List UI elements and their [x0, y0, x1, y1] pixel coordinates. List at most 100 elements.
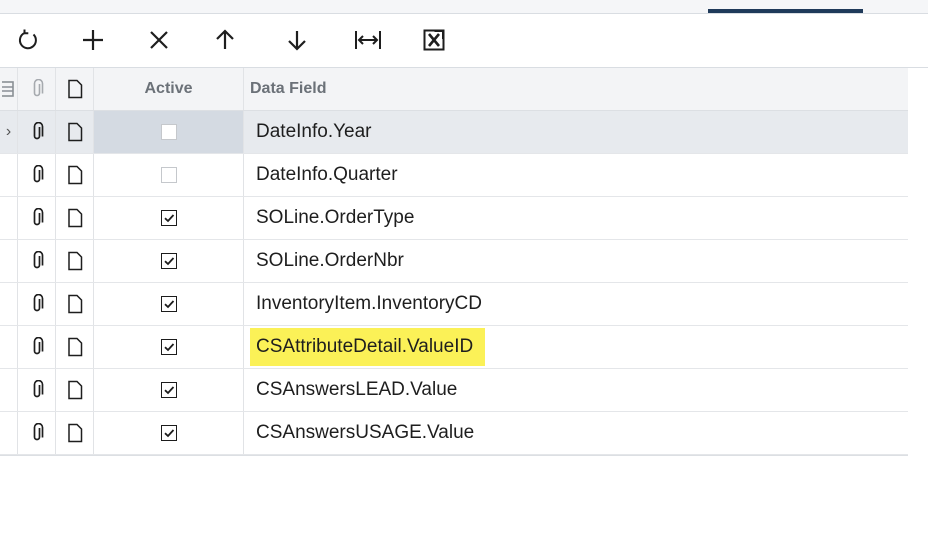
table-row[interactable]: CSAnswersUSAGE.Value: [0, 412, 908, 455]
data-field-value: CSAttributeDetail.ValueID: [250, 328, 486, 366]
row-selector[interactable]: [0, 283, 18, 325]
active-checkbox[interactable]: [160, 296, 177, 312]
data-field-cell[interactable]: CSAnswersLEAD.Value: [244, 369, 908, 411]
move-down-button[interactable]: [281, 24, 313, 56]
data-field-value: CSAnswersLEAD.Value: [256, 379, 458, 400]
data-field-value: CSAnswersUSAGE.Value: [256, 422, 475, 443]
active-cell: [94, 369, 244, 411]
add-row-button[interactable]: [77, 24, 109, 56]
active-checkbox[interactable]: [160, 425, 177, 441]
header-row-selector[interactable]: [0, 68, 18, 110]
data-field-cell[interactable]: CSAttributeDetail.ValueID: [244, 326, 908, 368]
plus-icon: [83, 30, 103, 50]
row-files-button[interactable]: [18, 111, 56, 153]
note-icon: [67, 380, 82, 400]
row-files-button[interactable]: [18, 154, 56, 196]
checkmark-icon: [163, 214, 174, 223]
row-selector[interactable]: [0, 369, 18, 411]
checkmark-icon: [163, 343, 174, 352]
row-selector[interactable]: ›: [0, 111, 18, 153]
refresh-icon: [18, 29, 37, 50]
grid-header: Active Data Field: [0, 68, 908, 111]
active-cell: [94, 111, 244, 153]
data-field-value: DateInfo.Quarter: [256, 164, 398, 185]
note-icon: [67, 337, 82, 357]
active-checkbox[interactable]: [160, 382, 177, 398]
data-field-cell[interactable]: CSAnswersUSAGE.Value: [244, 412, 908, 454]
note-icon: [67, 79, 82, 99]
row-notes-button[interactable]: [56, 197, 94, 239]
data-field-value: SOLine.OrderNbr: [256, 250, 404, 271]
active-checkbox[interactable]: [160, 167, 177, 183]
note-icon: [67, 251, 82, 271]
data-field-cell[interactable]: InventoryItem.InventoryCD: [244, 283, 908, 325]
row-notes-button[interactable]: [56, 283, 94, 325]
data-field-cell[interactable]: SOLine.OrderNbr: [244, 240, 908, 282]
checkmark-icon: [163, 429, 174, 438]
table-row[interactable]: CSAnswersLEAD.Value: [0, 369, 908, 412]
row-notes-button[interactable]: [56, 369, 94, 411]
row-files-button[interactable]: [18, 240, 56, 282]
fit-width-icon: [355, 31, 381, 49]
refresh-button[interactable]: [12, 24, 44, 56]
grid-settings-icon: [1, 81, 14, 97]
table-row[interactable]: SOLine.OrderNbr: [0, 240, 908, 283]
row-selector[interactable]: [0, 154, 18, 196]
table-row[interactable]: DateInfo.Quarter: [0, 154, 908, 197]
excel-export-icon: [423, 29, 445, 51]
data-field-cell[interactable]: DateInfo.Quarter: [244, 154, 908, 196]
row-selector[interactable]: [0, 197, 18, 239]
row-files-button[interactable]: [18, 326, 56, 368]
row-notes-button[interactable]: [56, 326, 94, 368]
delete-row-button[interactable]: [143, 24, 175, 56]
checkmark-icon: [163, 300, 174, 309]
chevron-right-icon: ›: [5, 123, 12, 140]
header-files-column[interactable]: [18, 68, 56, 110]
row-files-button[interactable]: [18, 197, 56, 239]
data-field-cell[interactable]: SOLine.OrderType: [244, 197, 908, 239]
paperclip-icon: [33, 165, 43, 183]
paperclip-icon: [33, 380, 43, 398]
row-notes-button[interactable]: [56, 154, 94, 196]
table-row[interactable]: SOLine.OrderType: [0, 197, 908, 240]
data-field-cell[interactable]: DateInfo.Year: [244, 111, 908, 153]
row-selector[interactable]: [0, 326, 18, 368]
table-row[interactable]: InventoryItem.InventoryCD: [0, 283, 908, 326]
row-files-button[interactable]: [18, 283, 56, 325]
grid-toolbar: [0, 14, 928, 68]
data-field-column-label: Data Field: [250, 80, 327, 97]
data-field-value: SOLine.OrderType: [256, 207, 415, 228]
row-notes-button[interactable]: [56, 240, 94, 282]
data-fields-grid: Active Data Field › DateInfo.Year DateInfo…: [0, 68, 908, 456]
active-cell: [94, 412, 244, 454]
active-checkbox[interactable]: [160, 210, 177, 226]
fit-to-screen-button[interactable]: [352, 24, 384, 56]
export-excel-button[interactable]: [418, 24, 450, 56]
row-selector[interactable]: [0, 412, 18, 454]
active-checkbox[interactable]: [160, 253, 177, 269]
paperclip-icon: [33, 251, 43, 269]
row-notes-button[interactable]: [56, 111, 94, 153]
paperclip-icon: [33, 79, 43, 97]
active-cell: [94, 283, 244, 325]
header-notes-column[interactable]: [56, 68, 94, 110]
checkmark-icon: [163, 386, 174, 395]
table-row[interactable]: › DateInfo.Year: [0, 111, 908, 154]
table-row[interactable]: CSAttributeDetail.ValueID: [0, 326, 908, 369]
header-active-column[interactable]: Active: [94, 68, 244, 110]
note-icon: [67, 423, 82, 443]
paperclip-icon: [33, 294, 43, 312]
grid-body: › DateInfo.Year DateInfo.Quarter SOLine.Ord…: [0, 111, 908, 455]
row-files-button[interactable]: [18, 369, 56, 411]
active-checkbox[interactable]: [160, 339, 177, 355]
header-data-field-column[interactable]: Data Field: [244, 68, 908, 110]
move-up-button[interactable]: [209, 24, 241, 56]
active-checkbox[interactable]: [160, 124, 177, 140]
top-strip: [0, 0, 928, 14]
arrow-up-icon: [216, 29, 234, 49]
active-column-label: Active: [144, 80, 193, 97]
row-notes-button[interactable]: [56, 412, 94, 454]
row-selector[interactable]: [0, 240, 18, 282]
active-cell: [94, 326, 244, 368]
row-files-button[interactable]: [18, 412, 56, 454]
